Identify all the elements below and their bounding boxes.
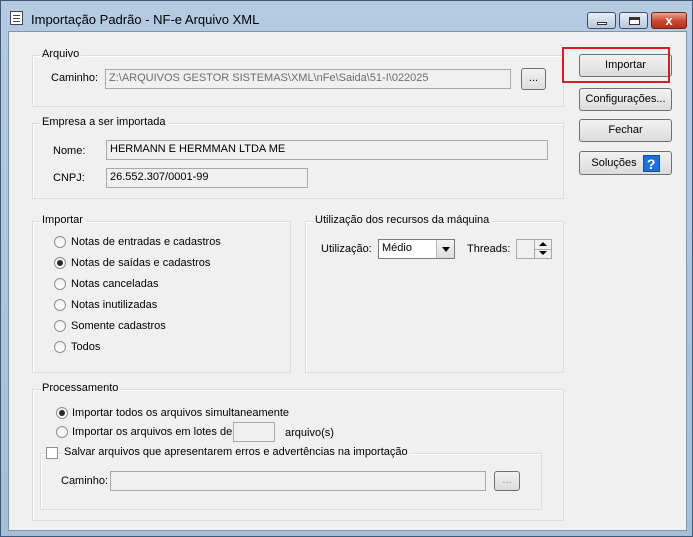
salvar-caminho-label: Caminho: xyxy=(61,475,109,487)
minimize-button[interactable] xyxy=(587,12,616,29)
fechar-button[interactable]: Fechar xyxy=(579,119,672,142)
dialog-body: Arquivo Caminho: Z:\ARQUIVOS GESTOR SIST… xyxy=(8,31,687,531)
app-document-icon xyxy=(10,11,23,25)
minimize-icon xyxy=(597,22,607,25)
caminho-label: Caminho: xyxy=(51,72,99,84)
maximize-button[interactable] xyxy=(619,12,648,29)
radio-entradas-label[interactable]: Notas de entradas e cadastros xyxy=(71,236,221,248)
lotes-field[interactable] xyxy=(233,422,275,442)
cnpj-label: CNPJ: xyxy=(53,172,85,184)
main-window: Importação Padrão - NF-e Arquivo XML x A… xyxy=(0,0,693,537)
close-icon: x xyxy=(665,13,673,28)
radio-saidas-label[interactable]: Notas de saídas e cadastros xyxy=(71,257,210,269)
caminho-field[interactable]: Z:\ARQUIVOS GESTOR SISTEMAS\XML\nFe\Said… xyxy=(105,69,511,89)
help-icon: ? xyxy=(642,154,660,172)
window-title: Importação Padrão - NF-e Arquivo XML xyxy=(31,12,260,27)
solucoes-label: Soluções xyxy=(591,157,637,169)
radio-somente-cadastros[interactable] xyxy=(54,320,66,332)
utilizacao-label: Utilização: xyxy=(321,243,372,255)
nome-field[interactable]: HERMANN E HERMMAN LTDA ME xyxy=(106,140,548,160)
threads-label: Threads: xyxy=(467,243,511,255)
radio-saidas[interactable] xyxy=(54,257,66,269)
spin-down-icon[interactable] xyxy=(534,249,551,258)
empresa-legend: Empresa a ser importada xyxy=(40,116,168,128)
lotes-suffix: arquivo(s) xyxy=(285,427,334,439)
recursos-legend: Utilização dos recursos da máquina xyxy=(313,214,492,226)
utilizacao-select[interactable]: Médio xyxy=(378,239,455,259)
maximize-icon xyxy=(629,17,640,25)
salvar-erros-checkbox[interactable] xyxy=(46,447,58,459)
chevron-down-icon[interactable] xyxy=(436,240,454,258)
utilizacao-value: Médio xyxy=(382,242,412,254)
radio-entradas[interactable] xyxy=(54,236,66,248)
processamento-legend: Processamento xyxy=(40,382,121,394)
threads-stepper[interactable] xyxy=(516,239,552,259)
configuracoes-button[interactable]: Configurações... xyxy=(579,88,672,111)
radio-lotes-label[interactable]: Importar os arquivos em lotes de: xyxy=(72,426,235,438)
salvar-browse-button[interactable]: ... xyxy=(494,471,520,491)
configuracoes-highlight-box xyxy=(562,47,670,83)
radio-canceladas-label[interactable]: Notas canceladas xyxy=(71,278,158,290)
salvar-erros-label[interactable]: Salvar arquivos que apresentarem erros e… xyxy=(62,446,410,458)
radio-inutilizadas-label[interactable]: Notas inutilizadas xyxy=(71,299,157,311)
radio-simultaneamente-label[interactable]: Importar todos os arquivos simultaneamen… xyxy=(72,407,289,419)
radio-somente-cadastros-label[interactable]: Somente cadastros xyxy=(71,320,166,332)
nome-label: Nome: xyxy=(53,145,86,157)
radio-simultaneamente[interactable] xyxy=(56,407,68,419)
radio-lotes[interactable] xyxy=(56,426,68,438)
cnpj-field[interactable]: 26.552.307/0001-99 xyxy=(106,168,308,188)
radio-inutilizadas[interactable] xyxy=(54,299,66,311)
browse-caminho-button[interactable]: ... xyxy=(521,68,546,90)
radio-canceladas[interactable] xyxy=(54,278,66,290)
solucoes-button[interactable]: Soluções? xyxy=(579,151,672,175)
radio-todos-label[interactable]: Todos xyxy=(71,341,100,353)
title-bar[interactable]: Importação Padrão - NF-e Arquivo XML x xyxy=(1,1,692,31)
radio-todos[interactable] xyxy=(54,341,66,353)
arquivo-legend: Arquivo xyxy=(40,48,82,60)
close-button[interactable]: x xyxy=(651,12,687,29)
salvar-caminho-field[interactable] xyxy=(110,471,486,491)
importar-legend: Importar xyxy=(40,214,85,226)
